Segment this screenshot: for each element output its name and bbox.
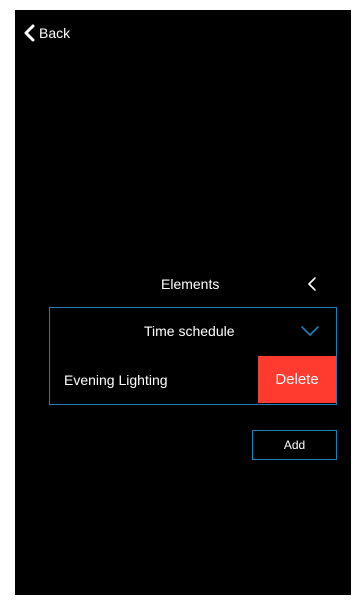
time-schedule-label: Time schedule [144, 323, 235, 339]
time-schedule-dropdown[interactable]: Time schedule [50, 308, 336, 354]
elements-header: Elements [15, 272, 351, 296]
list-item[interactable]: Evening Lighting Delete [50, 356, 336, 403]
chevron-down-icon [300, 324, 320, 336]
chevron-left-icon[interactable] [303, 275, 321, 293]
app-screen: Back Elements Time schedule Evening Ligh… [15, 10, 351, 595]
back-button[interactable]: Back [23, 22, 70, 44]
elements-title: Elements [161, 276, 220, 292]
chevron-left-icon [23, 24, 35, 42]
list-item-label: Evening Lighting [64, 372, 168, 388]
back-label: Back [39, 25, 71, 41]
add-button[interactable]: Add [252, 430, 337, 460]
delete-button[interactable]: Delete [258, 356, 336, 403]
elements-panel: Time schedule Evening Lighting Delete [49, 307, 337, 405]
